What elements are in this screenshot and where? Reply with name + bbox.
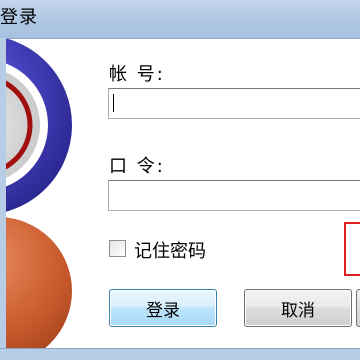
account-label: 帐 号: (109, 64, 165, 85)
partial-button[interactable] (356, 289, 360, 327)
login-button-label: 登录 (146, 300, 180, 321)
window-title: 登录 (0, 7, 38, 28)
window-frame-bottom (0, 348, 360, 360)
remember-password-label[interactable]: 记住密码 (134, 237, 206, 263)
cancel-button[interactable]: 取消 (244, 289, 352, 327)
cancel-button-label: 取消 (281, 300, 315, 321)
highlight-box (344, 222, 360, 276)
login-button[interactable]: 登录 (109, 289, 217, 327)
password-label: 口 令: (109, 156, 165, 177)
login-window: 登录 帐 号: 口 令: 记住密码 登录 取消 (0, 0, 360, 360)
password-input[interactable] (108, 180, 360, 211)
text-caret (113, 94, 114, 112)
app-logo-icon (6, 39, 90, 348)
title-bar[interactable]: 登录 (0, 0, 360, 39)
account-input[interactable] (108, 88, 360, 119)
logo-graphic (6, 39, 76, 348)
remember-password-checkbox[interactable] (109, 240, 126, 257)
